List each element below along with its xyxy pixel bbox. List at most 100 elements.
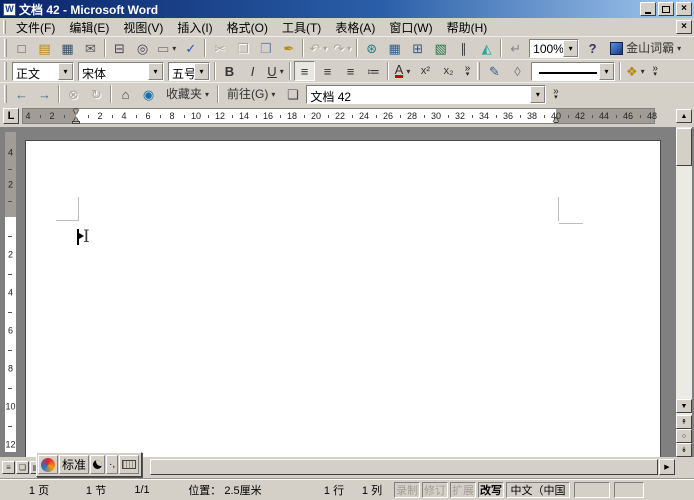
- align-right-button[interactable]: ≡: [340, 61, 361, 81]
- scroll-down-button[interactable]: ▼: [676, 399, 692, 413]
- font-combo-arrow[interactable]: ▾: [148, 63, 163, 80]
- print-button[interactable]: ⊟: [109, 38, 130, 58]
- tab-selector-button[interactable]: L: [3, 108, 19, 124]
- eraser-button[interactable]: ◊: [507, 61, 528, 81]
- font-color-button[interactable]: A▾: [392, 61, 413, 81]
- underline-button[interactable]: U▾: [265, 61, 286, 81]
- web-overflow-chevron[interactable]: »▾: [549, 84, 562, 104]
- undo-button[interactable]: ↶▾: [307, 38, 329, 58]
- powerword-button-dropdown-arrow[interactable]: ▾: [677, 44, 681, 53]
- menu-table[interactable]: 表格(A): [328, 18, 382, 37]
- status-blank-2[interactable]: [614, 482, 644, 498]
- view-web-layout-button[interactable]: ❏: [16, 461, 29, 474]
- style-combo-arrow[interactable]: ▾: [58, 63, 73, 80]
- align-left-button[interactable]: ≡: [294, 61, 315, 81]
- format-painter-button[interactable]: ✒: [278, 38, 299, 58]
- document-page[interactable]: I: [25, 140, 661, 457]
- zoom-combo-arrow[interactable]: ▾: [563, 40, 578, 57]
- redo-button[interactable]: ↷▾: [331, 38, 353, 58]
- menu-format[interactable]: 格式(O): [220, 18, 275, 37]
- formatting-overflow-chevron[interactable]: »▾: [461, 61, 474, 81]
- tables-overflow-chevron[interactable]: »▾: [649, 61, 662, 81]
- address-combo-value[interactable]: 文档 42: [307, 86, 530, 103]
- drawing-button[interactable]: ◭: [476, 38, 497, 58]
- menu-insert[interactable]: 插入(I): [170, 18, 219, 37]
- bold-button[interactable]: B: [219, 61, 240, 81]
- numbering-button[interactable]: ≔: [363, 61, 384, 81]
- menu-help[interactable]: 帮助(H): [440, 18, 495, 37]
- size-combo-arrow[interactable]: ▾: [194, 63, 209, 80]
- document-close-button[interactable]: ×: [676, 20, 692, 34]
- redo-button-dropdown-arrow[interactable]: ▾: [347, 44, 351, 53]
- ime-mode-button[interactable]: 标准: [59, 455, 89, 474]
- align-center-button[interactable]: ≡: [317, 61, 338, 81]
- refresh-button[interactable]: ↻: [86, 84, 107, 104]
- menu-view[interactable]: 视图(V): [116, 18, 170, 37]
- left-indent-marker[interactable]: [72, 121, 80, 124]
- address-combo-arrow[interactable]: ▾: [530, 86, 545, 103]
- horizontal-scrollbar-track[interactable]: [150, 459, 658, 475]
- undo-button-dropdown-arrow[interactable]: ▾: [323, 44, 327, 53]
- vertical-scrollbar-thumb[interactable]: [676, 128, 692, 166]
- menu-bar-handle[interactable]: [3, 20, 6, 34]
- vertical-ruler[interactable]: 4224681012: [4, 131, 17, 453]
- minimize-button[interactable]: [640, 2, 656, 16]
- size-combo[interactable]: 五号▾: [168, 62, 210, 81]
- zoom-combo[interactable]: 100%▾: [529, 39, 579, 58]
- stop-button[interactable]: ⊗: [63, 84, 84, 104]
- menu-file[interactable]: 文件(F): [9, 18, 62, 37]
- paste-button[interactable]: ❒: [255, 38, 276, 58]
- italic-button[interactable]: I: [242, 61, 263, 81]
- open-button[interactable]: ▤: [34, 38, 55, 58]
- vertical-scrollbar[interactable]: ▼ ↟ ○ ↡: [676, 127, 692, 457]
- columns-button[interactable]: ∥: [453, 38, 474, 58]
- menu-tools[interactable]: 工具(T): [275, 18, 328, 37]
- copy-button[interactable]: ❐: [232, 38, 253, 58]
- subscript-button[interactable]: x₂: [438, 61, 459, 81]
- size-combo-value[interactable]: 五号: [169, 63, 194, 80]
- style-combo[interactable]: 正文▾: [12, 62, 74, 81]
- home-button[interactable]: ⌂: [115, 84, 136, 104]
- insert-hyperlink-button[interactable]: ⊛: [361, 38, 382, 58]
- ime-soft-keyboard-button[interactable]: [119, 455, 139, 474]
- tables-and-borders-button[interactable]: ▦: [384, 38, 405, 58]
- help-button[interactable]: ?: [582, 38, 603, 58]
- font-combo-value[interactable]: 宋体: [79, 63, 148, 80]
- insert-table-button[interactable]: ⊞: [407, 38, 428, 58]
- show-formatting-marks-button[interactable]: ↵: [505, 38, 526, 58]
- address-combo[interactable]: 文档 42▾: [306, 85, 546, 104]
- close-button[interactable]: ×: [676, 2, 692, 16]
- underline-button-dropdown-arrow[interactable]: ▾: [280, 67, 284, 76]
- go-button[interactable]: 前往(G)▾: [222, 84, 280, 104]
- web-search-button[interactable]: ◉: [138, 84, 159, 104]
- scroll-up-button[interactable]: ▲: [676, 109, 692, 123]
- shading-color-button-dropdown-arrow[interactable]: ▾: [641, 67, 645, 76]
- scroll-right-button[interactable]: ▶: [659, 459, 675, 475]
- line-style-combo-value[interactable]: [532, 63, 599, 80]
- insert-excel-worksheet-button[interactable]: ▧: [430, 38, 451, 58]
- horizontal-ruler[interactable]: ▼ ▲ ▲ 4224681012141618202224262830323436…: [22, 108, 655, 124]
- forward-button[interactable]: →: [34, 84, 55, 104]
- stamp-button[interactable]: ▭▾: [155, 38, 178, 58]
- style-combo-value[interactable]: 正文: [13, 63, 58, 80]
- back-button[interactable]: ←: [11, 84, 32, 104]
- cut-button[interactable]: ✂: [209, 38, 230, 58]
- font-combo[interactable]: 宋体▾: [78, 62, 164, 81]
- ime-fullwidth-button[interactable]: [90, 455, 105, 474]
- status-track-changes[interactable]: 修订: [422, 482, 448, 498]
- superscript-button[interactable]: x²: [415, 61, 436, 81]
- ime-punctuation-button[interactable]: ·,: [106, 455, 118, 474]
- status-record[interactable]: 录制: [394, 482, 420, 498]
- ime-logo-button[interactable]: [38, 455, 58, 474]
- select-browse-object-button[interactable]: ○: [676, 429, 692, 443]
- draw-table-button[interactable]: ✎: [484, 61, 505, 81]
- powerword-button[interactable]: 金山词霸▾: [605, 38, 686, 58]
- status-extend[interactable]: 扩展: [450, 482, 476, 498]
- zoom-combo-value[interactable]: 100%: [530, 40, 563, 57]
- status-language[interactable]: 中文（中国: [506, 482, 570, 498]
- favorites-button[interactable]: 收藏夹▾: [161, 84, 214, 104]
- stamp-button-dropdown-arrow[interactable]: ▾: [172, 44, 176, 53]
- go-button-dropdown-arrow[interactable]: ▾: [271, 90, 275, 99]
- email-button[interactable]: ✉: [80, 38, 101, 58]
- line-style-combo-arrow[interactable]: ▾: [599, 63, 614, 80]
